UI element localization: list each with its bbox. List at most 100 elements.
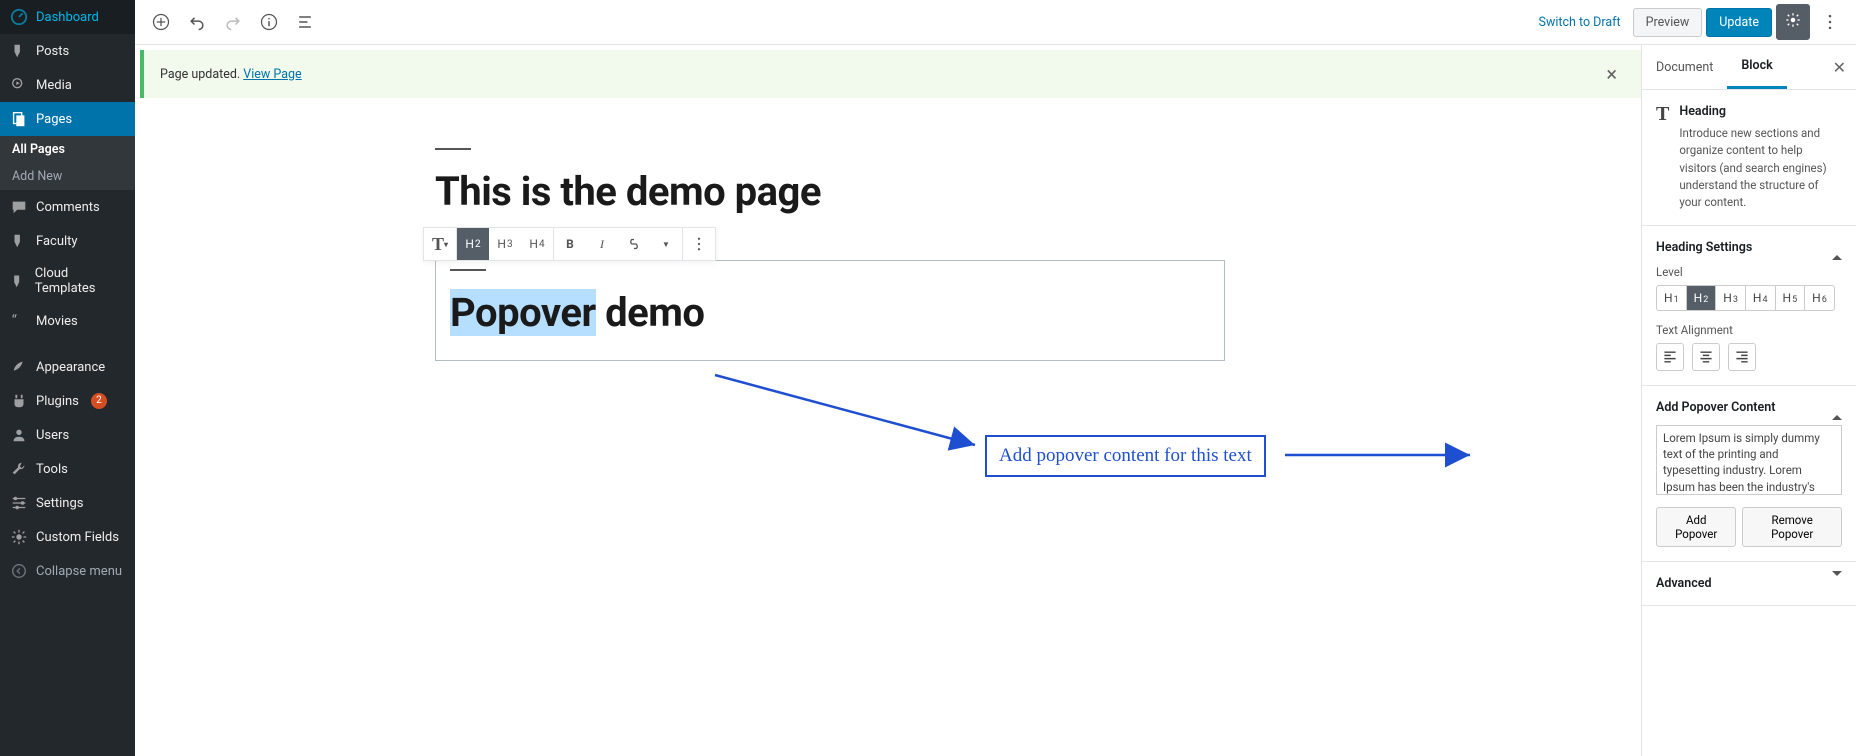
- sidebar-item-users[interactable]: Users: [0, 418, 135, 452]
- sidebar-label: Media: [36, 78, 72, 93]
- toolbar-italic[interactable]: I: [586, 228, 618, 260]
- cog-icon: [10, 528, 28, 546]
- brush-icon: [10, 358, 28, 376]
- sidebar-label: Tools: [36, 462, 68, 477]
- page-title[interactable]: This is the demo page: [435, 168, 1641, 215]
- sidebar-label: Users: [36, 428, 69, 443]
- sidebar-item-faculty[interactable]: Faculty: [0, 224, 135, 258]
- popover-section: Add Popover Content Add Popover Remove P…: [1642, 386, 1856, 562]
- heading-settings-toggle[interactable]: Heading Settings: [1656, 240, 1842, 255]
- sidebar-item-media[interactable]: Media: [0, 68, 135, 102]
- dashboard-icon: [10, 8, 28, 26]
- outline-button[interactable]: [289, 6, 321, 38]
- popover-toggle[interactable]: Add Popover Content: [1656, 400, 1842, 415]
- undo-button[interactable]: [181, 6, 213, 38]
- sidebar-item-movies[interactable]: “ Movies: [0, 304, 135, 338]
- panel-close[interactable]: ✕: [1823, 58, 1856, 77]
- pin-icon: [10, 272, 27, 290]
- advanced-toggle[interactable]: Advanced: [1656, 576, 1842, 591]
- block-toolbar: T▾ H2 H3 H4 B I ▼: [423, 227, 716, 261]
- level-h2[interactable]: H2: [1687, 286, 1717, 310]
- add-popover-button[interactable]: Add Popover: [1656, 507, 1736, 547]
- level-h6[interactable]: H6: [1805, 286, 1834, 310]
- chevron-up-icon: [1832, 240, 1842, 255]
- settings-toggle[interactable]: [1776, 4, 1810, 40]
- popover-textarea[interactable]: [1656, 425, 1842, 495]
- level-h1[interactable]: H1: [1657, 286, 1687, 310]
- sidebar-item-custom-fields[interactable]: Custom Fields: [0, 520, 135, 554]
- advanced-section: Advanced: [1642, 562, 1856, 606]
- sidebar-label: Posts: [36, 44, 69, 59]
- settings-panel: Document Block ✕ T Heading Introduce new…: [1641, 45, 1856, 756]
- heading-text[interactable]: Popover demo: [450, 289, 1210, 336]
- level-h4[interactable]: H4: [1746, 286, 1776, 310]
- notice-close-button[interactable]: ×: [1598, 62, 1625, 86]
- sliders-icon: [10, 494, 28, 512]
- page-updated-notice: Page updated. View Page ×: [140, 50, 1641, 98]
- sidebar-item-pages[interactable]: Pages: [0, 102, 135, 136]
- switch-draft-link[interactable]: Switch to Draft: [1531, 15, 1629, 30]
- remove-popover-button[interactable]: Remove Popover: [1742, 507, 1842, 547]
- sidebar-item-comments[interactable]: Comments: [0, 190, 135, 224]
- sidebar-label: Cloud Templates: [35, 266, 125, 296]
- block-type-title: Heading: [1679, 104, 1842, 119]
- block-summary: T Heading Introduce new sections and org…: [1642, 90, 1856, 226]
- heading-settings-section: Heading Settings Level H1 H2 H3 H4 H5 H6…: [1642, 226, 1856, 386]
- toolbar-link[interactable]: [618, 228, 650, 260]
- toolbar-more[interactable]: [683, 228, 715, 260]
- panel-tabs: Document Block ✕: [1642, 45, 1856, 90]
- user-icon: [10, 426, 28, 444]
- media-icon: [10, 76, 28, 94]
- annotation-box: Add popover content for this text: [985, 435, 1266, 477]
- align-center[interactable]: [1692, 343, 1720, 371]
- update-button[interactable]: Update: [1706, 8, 1772, 37]
- align-left[interactable]: [1656, 343, 1684, 371]
- toolbar-h3[interactable]: H3: [489, 228, 521, 260]
- pages-icon: [10, 110, 28, 128]
- sidebar-item-collapse[interactable]: Collapse menu: [0, 554, 135, 588]
- chevron-down-icon: [1832, 576, 1842, 591]
- sidebar-label: Dashboard: [36, 10, 99, 25]
- sidebar-label: Plugins: [36, 394, 79, 409]
- pin-icon: [10, 42, 28, 60]
- sidebar-item-plugins[interactable]: Plugins 2: [0, 384, 135, 418]
- sidebar-item-tools[interactable]: Tools: [0, 452, 135, 486]
- level-buttons: H1 H2 H3 H4 H5 H6: [1656, 285, 1835, 311]
- level-h5[interactable]: H5: [1776, 286, 1806, 310]
- sidebar-label: Collapse menu: [36, 564, 122, 579]
- tab-block[interactable]: Block: [1727, 45, 1786, 89]
- sidebar-item-cloud-templates[interactable]: Cloud Templates: [0, 258, 135, 304]
- sidebar-sub-add-new[interactable]: Add New: [0, 163, 135, 190]
- sidebar-sub-all-pages[interactable]: All Pages: [0, 136, 135, 163]
- toolbar-h2[interactable]: H2: [457, 228, 489, 260]
- toolbar-more-format[interactable]: ▼: [650, 228, 682, 260]
- redo-button[interactable]: [217, 6, 249, 38]
- selected-text: Popover: [450, 289, 596, 336]
- chevron-up-icon: [1832, 400, 1842, 415]
- preview-button[interactable]: Preview: [1633, 8, 1703, 37]
- tab-document[interactable]: Document: [1642, 45, 1727, 89]
- plugins-badge: 2: [91, 393, 107, 409]
- sidebar-item-posts[interactable]: Posts: [0, 34, 135, 68]
- add-block-button[interactable]: [145, 6, 177, 38]
- main-area: Switch to Draft Preview Update Page upda…: [135, 0, 1856, 756]
- heading-block[interactable]: Popover demo: [435, 260, 1225, 361]
- svg-text:“: “: [12, 313, 17, 330]
- sidebar-item-settings[interactable]: Settings: [0, 486, 135, 520]
- plug-icon: [10, 392, 28, 410]
- alignment-label: Text Alignment: [1656, 323, 1842, 337]
- sidebar-item-dashboard[interactable]: Dashboard: [0, 0, 135, 34]
- admin-sidebar: Dashboard Posts Media Pages All Pages Ad…: [0, 0, 135, 756]
- sidebar-item-appearance[interactable]: Appearance: [0, 350, 135, 384]
- heading-divider: [450, 269, 486, 271]
- toolbar-bold[interactable]: B: [554, 228, 586, 260]
- info-button[interactable]: [253, 6, 285, 38]
- toolbar-block-type[interactable]: T▾: [424, 228, 456, 260]
- more-button[interactable]: [1814, 6, 1846, 38]
- view-page-link[interactable]: View Page: [243, 67, 301, 82]
- align-right[interactable]: [1728, 343, 1756, 371]
- title-divider: [435, 148, 471, 150]
- toolbar-h4[interactable]: H4: [521, 228, 553, 260]
- notice-text: Page updated.: [160, 67, 243, 82]
- level-h3[interactable]: H3: [1716, 286, 1746, 310]
